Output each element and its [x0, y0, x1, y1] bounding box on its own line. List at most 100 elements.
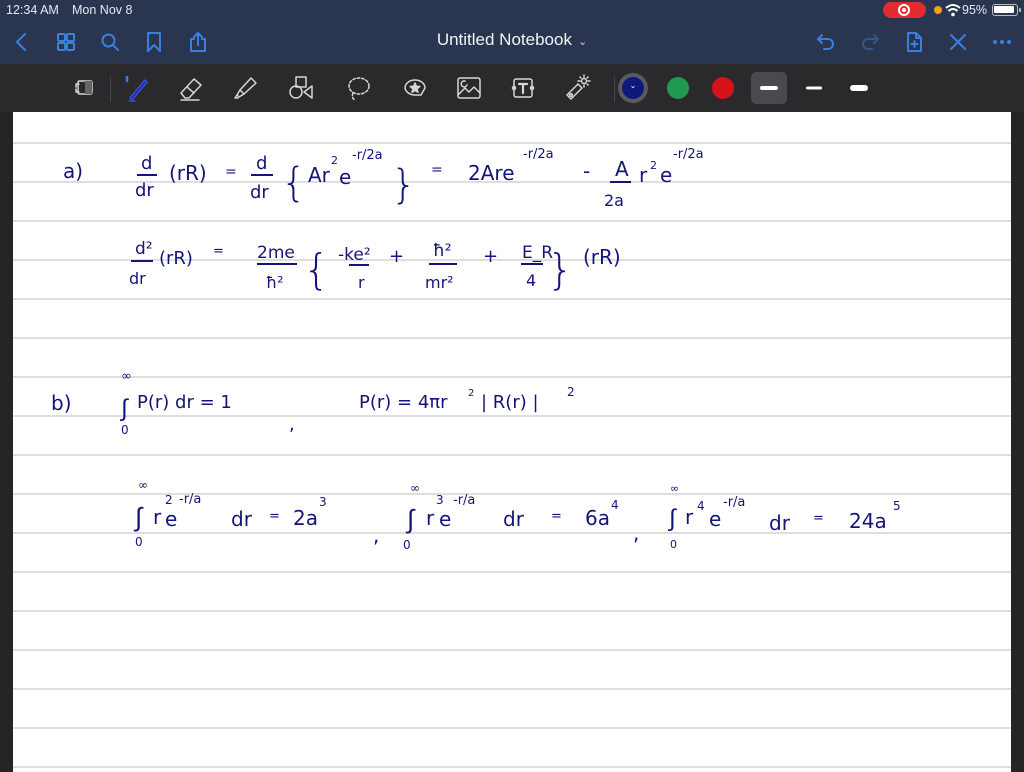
color-swatch-green[interactable] [667, 77, 689, 99]
equals-sign: = [431, 162, 443, 178]
stroke-size-thick[interactable] [841, 72, 877, 104]
expression: | R(r) | [481, 392, 539, 413]
equals-sign: = [225, 164, 237, 180]
page-grid-button[interactable] [52, 28, 80, 56]
eraser-tool-button[interactable] [174, 71, 208, 105]
add-page-button[interactable] [900, 28, 928, 56]
eraser-icon [180, 78, 202, 101]
image-tool-button[interactable] [452, 71, 486, 105]
integral-sign: ∫ [405, 505, 416, 535]
toolbar-divider [110, 76, 111, 102]
integral-r2: ∞ ∫ 0 r 2 e -r/a dr = 2a 3 [133, 478, 327, 549]
result: 6a [585, 506, 610, 530]
brace-close: } [547, 245, 574, 294]
screen-recording-indicator[interactable] [883, 2, 926, 18]
read-mode-button[interactable] [67, 71, 101, 105]
part-a-line-1: a) d dr (rR) = d dr { Ar 2 e -r/2a } = 2… [63, 147, 704, 210]
add-page-icon [907, 32, 922, 52]
fraction-numerator: d [256, 153, 267, 174]
share-icon [190, 32, 206, 52]
lasso-tool-button[interactable] [341, 71, 375, 105]
fraction-denominator: mr² [425, 273, 454, 292]
part-b-label: b) [51, 391, 72, 415]
fraction-denominator: 4 [526, 271, 536, 290]
wifi-icon [945, 4, 961, 17]
part-a-label: a) [63, 159, 83, 183]
fraction-denominator: dr [135, 180, 154, 201]
battery-level [994, 6, 1014, 13]
equals-sign: = [551, 509, 562, 524]
stroke-size-medium[interactable] [796, 72, 832, 104]
text-tool-button[interactable] [506, 71, 540, 105]
battery-icon [992, 4, 1021, 16]
fraction-numerator: d [141, 153, 152, 174]
color-swatch-navy[interactable]: ⌄ [622, 77, 644, 99]
handwritten-notes: a) d dr (rR) = d dr { Ar 2 e -r/2a } = 2… [51, 147, 901, 552]
bookmark-button[interactable] [140, 28, 168, 56]
result: 24a [849, 509, 887, 533]
pen-icon [125, 75, 148, 102]
expression: dr [503, 507, 525, 531]
color-swatch-red[interactable] [712, 77, 734, 99]
back-icon [16, 33, 26, 51]
integral-r3: ∞ ∫ 0 r 3 e -r/a dr = 6a 4 [403, 481, 619, 552]
redo-button[interactable] [856, 28, 884, 56]
search-icon [101, 33, 119, 51]
expression: e [709, 507, 721, 531]
toolbar-divider [614, 76, 615, 102]
laser-pointer-tool-button[interactable] [560, 71, 594, 105]
integral-sign: ∫ [667, 504, 677, 532]
expression: r [685, 505, 694, 529]
shapes-tool-button[interactable] [284, 71, 318, 105]
part-b-line-1: b) ∞ ∫ 0 P(r) dr = 1 , P(r) = 4πr 2 | R(… [51, 369, 575, 437]
exponent: 4 [611, 498, 619, 512]
status-time: 12:34 AM [6, 3, 59, 17]
result: 2a [293, 506, 318, 530]
fraction-numerator: A [615, 157, 629, 181]
expression: e [165, 507, 177, 531]
integral-sign: ∫ [133, 503, 144, 533]
highlighter-tool-button[interactable] [228, 71, 262, 105]
close-icon [950, 34, 966, 50]
share-button[interactable] [184, 28, 212, 56]
fraction-numerator: 2me [257, 243, 295, 263]
fraction-numerator: ħ² [433, 241, 452, 261]
exponent: 2 [165, 493, 173, 507]
integral-lower-limit: 0 [121, 423, 129, 437]
fraction-numerator: d² [135, 239, 153, 259]
text-icon [511, 78, 535, 98]
stroke-size-preview [760, 86, 778, 90]
back-button[interactable] [8, 28, 36, 56]
sticker-icon [404, 79, 426, 96]
search-button[interactable] [96, 28, 124, 56]
undo-icon [817, 34, 834, 50]
notebook-title-text[interactable]: Untitled Notebook [437, 30, 572, 49]
close-button[interactable] [944, 28, 972, 56]
brace-close: } [391, 162, 416, 208]
status-date: Mon Nov 8 [72, 3, 133, 17]
read-mode-icon [75, 80, 93, 95]
exponent: 2 [567, 385, 575, 399]
expression: dr [231, 507, 253, 531]
redo-icon [862, 34, 879, 50]
more-button[interactable] [988, 28, 1016, 56]
integral-upper-limit: ∞ [410, 481, 420, 495]
stroke-size-preview [850, 85, 868, 91]
grid-icon [57, 33, 75, 51]
chevron-down-icon[interactable]: ⌄ [578, 36, 587, 48]
chevron-down-icon: ⌄ [629, 81, 637, 90]
pen-tool-button[interactable] [120, 71, 154, 105]
lasso-icon [348, 77, 370, 101]
integral-sign: ∫ [119, 394, 129, 422]
undo-button[interactable] [812, 28, 840, 56]
exponent: 2 [650, 159, 657, 172]
sticker-tool-button[interactable] [398, 71, 432, 105]
equals-sign: = [269, 509, 280, 524]
stroke-size-fine[interactable] [751, 72, 787, 104]
top-bar: 12:34 AM Mon Nov 8 95% Untitled Notebook… [0, 0, 1024, 64]
bookmark-icon [147, 32, 161, 52]
drawing-toolbar: ⌄ [0, 64, 1024, 112]
notebook-page[interactable]: a) d dr (rR) = d dr { Ar 2 e -r/2a } = 2… [13, 112, 1011, 772]
expression: r [153, 505, 162, 529]
integral-lower-limit: 0 [403, 538, 411, 552]
